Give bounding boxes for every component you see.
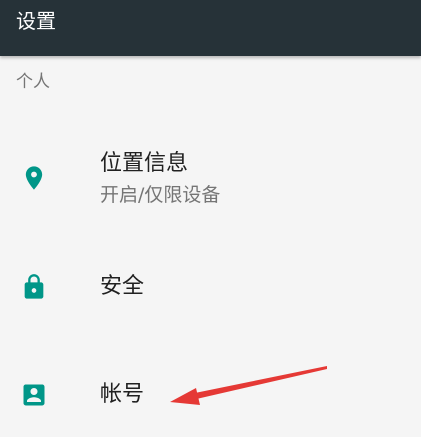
toolbar-title: 设置 <box>16 9 56 33</box>
settings-item-title: 位置信息 <box>100 151 189 176</box>
settings-item-location[interactable]: 位置信息 开启/仅限设备 <box>0 138 421 218</box>
settings-item-title: 帐号 <box>100 382 145 407</box>
account-box-icon <box>20 381 48 409</box>
settings-item-accounts[interactable]: 帐号 <box>0 355 421 435</box>
location-pin-icon <box>20 164 48 192</box>
settings-item-security[interactable]: 安全 <box>0 248 421 328</box>
settings-item-summary: 开启/仅限设备 <box>100 184 221 206</box>
section-header-personal: 个人 <box>16 72 50 92</box>
lock-icon <box>20 273 48 301</box>
settings-screen: 设置 个人 位置信息 开启/仅限设备 安全 帐号 <box>0 0 421 437</box>
app-toolbar: 设置 <box>0 0 421 56</box>
settings-item-title: 安全 <box>100 274 145 299</box>
